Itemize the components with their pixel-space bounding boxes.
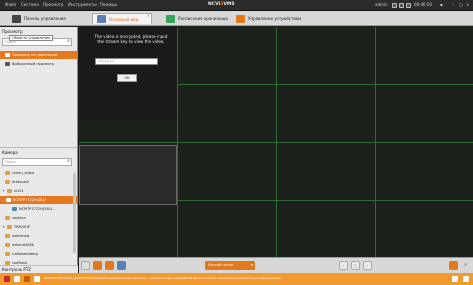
- view-section-header[interactable]: Просмотр: [2, 29, 23, 34]
- camera-search-input[interactable]: Поиск ⌕: [2, 158, 72, 166]
- collapse-icon[interactable]: –: [2, 198, 4, 202]
- folder-icon: [5, 198, 11, 202]
- folder-icon: [5, 243, 10, 247]
- tab-main-view[interactable]: Основной вид ×: [92, 13, 152, 24]
- fullscreen-icon[interactable]: □: [351, 261, 360, 270]
- left-panel: Просмотр Поиск ⌕ Область управления Прос…: [0, 27, 78, 273]
- encrypted-video-pane[interactable]: The video is encrypted, please input the…: [79, 27, 177, 119]
- search-icon[interactable]: ⌕: [67, 38, 70, 44]
- layout-icon[interactable]: [81, 261, 90, 270]
- tab-control-panel[interactable]: Панель управления: [8, 13, 70, 24]
- folder-icon: [6, 225, 12, 229]
- expand-icon[interactable]: +: [2, 225, 5, 229]
- close-all-icon[interactable]: ×: [461, 261, 470, 270]
- folder-icon: [5, 171, 10, 175]
- status-message: NCMTP1722H(281)_NCMTP1722H(281)[Тип]Ошиб…: [44, 276, 281, 280]
- encrypted-message: The video is encrypted, please input the…: [94, 34, 168, 44]
- selected-video-pane[interactable]: [79, 145, 177, 205]
- status-bar: NCMTP1722H(281)_NCMTP1722H(281)[Тип]Ошиб…: [0, 273, 473, 285]
- camera-list-scrollbar[interactable]: [73, 173, 76, 253]
- camera-section-header[interactable]: Камера: [2, 150, 18, 155]
- device-icon: [236, 14, 245, 23]
- log-icon[interactable]: [34, 276, 40, 282]
- camera-group[interactable]: dreksuel2: [0, 178, 77, 186]
- minimize-icon[interactable]: –: [452, 2, 454, 7]
- stream-select[interactable]: Легкий поток ▾: [205, 261, 255, 270]
- camera-group[interactable]: cheen_video: [0, 169, 77, 177]
- menu-view[interactable]: Просмотр: [43, 2, 64, 7]
- search-icon[interactable]: ⌕: [67, 158, 70, 164]
- camera-icon: [12, 207, 17, 211]
- menu-help[interactable]: Помощь: [100, 2, 117, 7]
- lock-icon[interactable]: [406, 3, 411, 8]
- menu-bar: Файл Система Просмотр Инструменты Помощь…: [0, 0, 473, 11]
- menu-file[interactable]: Файл: [5, 2, 16, 7]
- tab-device-management[interactable]: Управление устройством: [232, 13, 305, 24]
- view-item-default[interactable]: Просмотр по умолчанию: [0, 51, 77, 59]
- divider: [0, 147, 77, 148]
- warning-icon[interactable]: [4, 276, 10, 282]
- tab-storage-schedule[interactable]: Расписание хранилища: [162, 13, 232, 24]
- grid-line: [79, 142, 473, 143]
- calendar-icon: [166, 14, 175, 23]
- clock: 08:46:50: [414, 2, 432, 7]
- close-icon[interactable]: ×: [466, 2, 469, 7]
- menu-system[interactable]: Система: [21, 2, 39, 7]
- camera-group[interactable]: extermals: [0, 232, 77, 240]
- tab-bar: Панель управления Основной вид × Расписа…: [0, 11, 473, 26]
- stream-key-input[interactable]: Stream key: [95, 58, 158, 65]
- grid-layout-icon[interactable]: [449, 261, 458, 270]
- audio-icon[interactable]: [117, 261, 126, 270]
- camera-group-selected[interactable]: – NCMTP1722H(281): [0, 196, 77, 204]
- menu-tools[interactable]: Инструменты: [68, 2, 97, 7]
- camera-group[interactable]: + ncl21: [0, 187, 77, 195]
- bottom-toolbar: Легкий поток ▾ ‹ □ › ×: [79, 257, 473, 273]
- home-icon: [12, 14, 21, 23]
- snapshot-icon[interactable]: [93, 261, 102, 270]
- pin-icon[interactable]: [452, 276, 458, 282]
- view-item-custom[interactable]: Выборочный просмотр: [0, 60, 77, 68]
- camera-group[interactable]: cayface: [0, 214, 77, 222]
- view-icon: [5, 53, 10, 57]
- camera-group[interactable]: wrkorld4586: [0, 241, 77, 249]
- folder-icon: [5, 216, 10, 220]
- tab-close-icon[interactable]: ×: [147, 13, 150, 18]
- maximize-icon[interactable]: □: [459, 2, 463, 7]
- camera-group[interactable]: rudianeenberg: [0, 250, 77, 258]
- video-grid[interactable]: The video is encrypted, please input the…: [79, 27, 473, 257]
- tooltip: Область управления: [9, 35, 54, 41]
- ptz-control-header[interactable]: Контроль PTZ: [0, 265, 78, 273]
- folder-icon: [5, 252, 10, 256]
- user-name[interactable]: admin: [375, 2, 388, 7]
- app-title: NCVI3VMS: [208, 2, 235, 7]
- camera-group[interactable]: + TR620HP: [0, 223, 77, 231]
- alarm-icon[interactable]: [24, 276, 30, 282]
- close-status-icon[interactable]: [463, 276, 469, 282]
- alarm-icon[interactable]: [392, 3, 397, 8]
- expand-icon[interactable]: +: [2, 189, 5, 193]
- ok-button[interactable]: OK: [117, 74, 137, 82]
- record-icon[interactable]: [399, 3, 404, 8]
- error-icon[interactable]: [14, 276, 20, 282]
- folder-icon: [6, 189, 12, 193]
- monitor-icon: [97, 15, 106, 23]
- folder-icon: [5, 180, 10, 184]
- next-icon[interactable]: ›: [363, 261, 372, 270]
- prev-icon[interactable]: ‹: [339, 261, 348, 270]
- grid-icon: [5, 62, 10, 66]
- chevron-down-icon: ▾: [250, 262, 253, 267]
- folder-icon: [5, 234, 10, 238]
- help-icon[interactable]: ▪: [440, 2, 443, 7]
- camera-channel[interactable]: NCMTP1722H(281)...: [0, 205, 77, 213]
- record-icon[interactable]: [105, 261, 114, 270]
